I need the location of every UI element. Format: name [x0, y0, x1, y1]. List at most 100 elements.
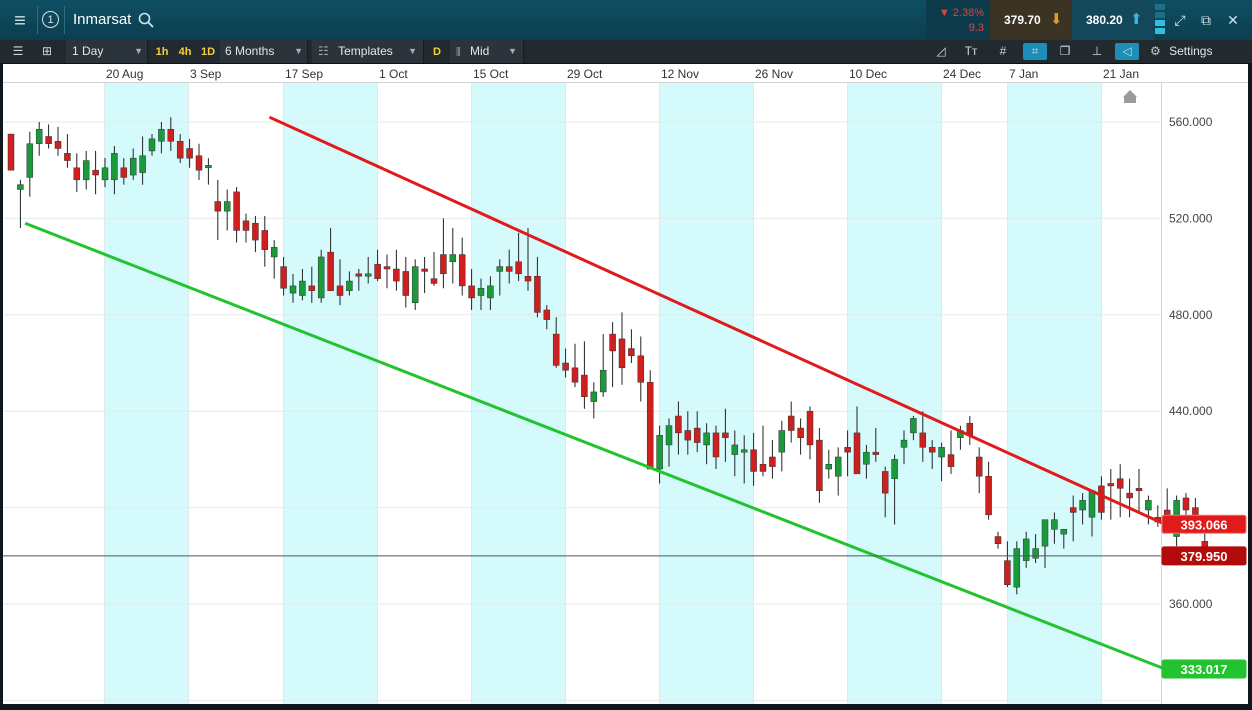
search-icon[interactable] [138, 12, 154, 28]
candle[interactable] [590, 382, 598, 419]
candle[interactable] [421, 256, 428, 294]
candle[interactable] [966, 416, 974, 445]
candle[interactable] [430, 252, 438, 286]
x-tick-label: 17 Sep [285, 67, 323, 81]
candle[interactable] [1126, 478, 1133, 518]
d-badge[interactable]: D [428, 40, 446, 63]
candle-body [797, 427, 804, 438]
candle[interactable] [233, 187, 240, 243]
candle[interactable] [261, 215, 269, 267]
candle-body [233, 191, 240, 231]
candle[interactable] [787, 401, 795, 443]
candle[interactable] [834, 447, 842, 496]
price-chart[interactable]: 20 Aug 3 Sep 17 Sep 1 Oct 15 Oct 29 Oct 12 Nov… [3, 64, 1248, 704]
candle[interactable] [402, 256, 410, 308]
interval-4h[interactable]: 4h [175, 40, 195, 63]
candle[interactable] [252, 215, 259, 253]
interval-select[interactable]: 1 Day ▼ [66, 40, 148, 63]
x-tick-label: 15 Oct [473, 67, 509, 81]
candle[interactable] [778, 420, 786, 472]
candle[interactable] [393, 249, 400, 291]
drawing-tool-icon[interactable]: ◿ [932, 43, 950, 60]
candle[interactable] [317, 249, 325, 303]
pop-out-icon[interactable]: ⧉ [1196, 10, 1216, 30]
candle[interactable] [270, 240, 278, 279]
range-value: 6 Months [225, 44, 275, 58]
candle[interactable] [825, 449, 833, 479]
buy-button[interactable]: 380.20 ⬆ [1072, 0, 1154, 40]
grid-icon[interactable]: # [994, 43, 1012, 60]
templates-button[interactable]: ☷ Templates ▼ [312, 40, 424, 63]
scroll-home-icon[interactable] [1123, 90, 1137, 103]
candle[interactable] [82, 150, 90, 190]
candle[interactable] [609, 322, 616, 388]
candle[interactable] [628, 329, 635, 363]
candle[interactable] [646, 370, 654, 470]
candle[interactable] [1145, 495, 1152, 525]
x-tick-label: 26 Nov [755, 67, 793, 81]
candle[interactable] [581, 341, 588, 409]
crosshair-grid-icon[interactable]: ⌗ [1023, 43, 1047, 60]
candle[interactable] [759, 425, 767, 477]
candle[interactable] [7, 133, 15, 171]
candle[interactable] [571, 343, 579, 388]
x-tick-label: 10 Dec [849, 67, 887, 81]
candle[interactable] [195, 143, 203, 180]
copy-icon[interactable]: ❐ [1056, 43, 1074, 60]
candle[interactable] [26, 131, 34, 197]
candle[interactable] [985, 461, 992, 520]
range-select[interactable]: 6 Months ▼ [220, 40, 308, 63]
candle[interactable] [383, 254, 391, 289]
y-tick-label: 480.000 [1169, 308, 1213, 322]
sell-button[interactable]: 379.70 ⬇ [990, 0, 1072, 40]
candle[interactable] [1116, 464, 1124, 518]
interval-1h[interactable]: 1h [152, 40, 172, 63]
candle[interactable] [17, 179, 24, 229]
candle[interactable] [806, 406, 814, 460]
text-tool-icon[interactable]: Tт [962, 43, 980, 60]
candle[interactable] [214, 179, 222, 241]
interval-1d[interactable]: 1D [198, 40, 218, 63]
candle[interactable] [975, 447, 983, 494]
price-label-icon[interactable]: ◁ [1115, 43, 1139, 60]
candle[interactable] [797, 418, 804, 455]
expand-icon[interactable]: ⤢ [1170, 10, 1190, 30]
candle-body [383, 266, 391, 270]
candle[interactable] [73, 153, 81, 192]
close-icon[interactable]: ✕ [1223, 10, 1243, 30]
candle[interactable] [35, 122, 43, 156]
candle-body [35, 128, 43, 144]
hamburger-menu-icon[interactable]: ≡ [6, 8, 34, 34]
layout-icon[interactable]: ⊞ [38, 43, 56, 60]
candle[interactable] [411, 259, 419, 310]
candle[interactable] [1135, 469, 1143, 513]
instrument-title[interactable]: Inmarsat [73, 11, 131, 28]
candle[interactable] [223, 189, 231, 231]
candle[interactable] [994, 531, 1002, 549]
list-icon[interactable]: ☰ [9, 43, 27, 60]
candle[interactable] [45, 124, 52, 149]
candle[interactable] [440, 218, 447, 289]
interval-value: 1 Day [72, 44, 104, 58]
candle[interactable] [618, 312, 626, 385]
candle[interactable] [449, 228, 457, 284]
link-number-icon[interactable]: 1 [42, 11, 59, 28]
candle[interactable] [54, 126, 62, 156]
chart-canvas[interactable]: 20 Aug 3 Sep 17 Sep 1 Oct 15 Oct 29 Oct 12 Nov… [3, 64, 1248, 704]
candle[interactable] [947, 430, 955, 474]
candle[interactable] [458, 237, 466, 296]
candle[interactable] [1013, 541, 1021, 595]
candle[interactable] [1107, 469, 1115, 520]
candle[interactable] [599, 334, 607, 397]
candle[interactable] [637, 336, 645, 402]
settings-button[interactable]: ⚙ Settings [1150, 40, 1250, 63]
candle[interactable] [769, 440, 776, 479]
price-type-select[interactable]: ⫼ Mid ▼ [450, 40, 524, 63]
candle[interactable] [205, 158, 212, 185]
indicator-icon[interactable]: ⊥ [1088, 43, 1106, 60]
candle[interactable] [816, 428, 823, 503]
sell-price: 379.70 [1004, 13, 1041, 27]
candle[interactable] [64, 134, 71, 168]
candle[interactable] [92, 150, 99, 195]
candle-body [900, 439, 908, 448]
